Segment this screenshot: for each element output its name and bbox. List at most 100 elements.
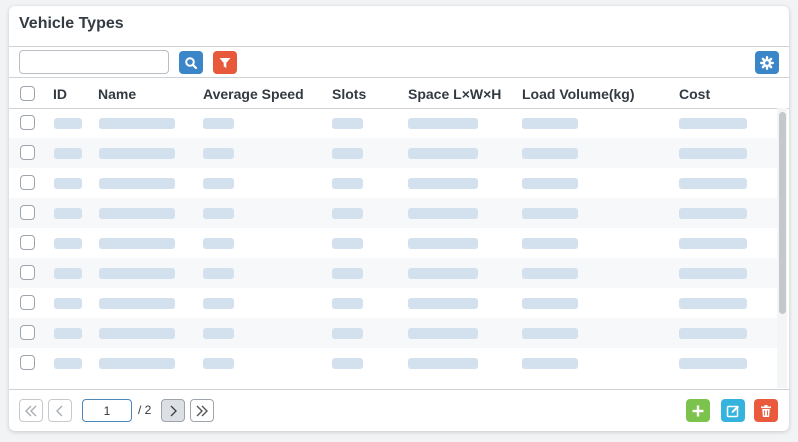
row-checkbox[interactable] — [20, 145, 35, 160]
column-header-average-speed[interactable]: Average Speed — [203, 86, 304, 102]
row-checkbox[interactable] — [20, 115, 35, 130]
cell-placeholder-slots — [332, 208, 363, 219]
table-row[interactable] — [9, 228, 779, 258]
search-input[interactable] — [19, 50, 169, 74]
cell-placeholder-cost — [679, 148, 747, 159]
column-header-name[interactable]: Name — [98, 86, 136, 102]
cell-placeholder-average-speed — [203, 118, 234, 129]
cell-placeholder-average-speed — [203, 268, 234, 279]
column-header-id[interactable]: ID — [53, 86, 67, 102]
panel-title: Vehicle Types — [19, 15, 124, 32]
cell-placeholder-average-speed — [203, 358, 234, 369]
row-checkbox[interactable] — [20, 325, 35, 340]
cell-placeholder-slots — [332, 268, 363, 279]
row-checkbox[interactable] — [20, 355, 35, 370]
row-checkbox[interactable] — [20, 205, 35, 220]
cell-placeholder-load-volume — [522, 238, 578, 249]
table-row[interactable] — [9, 348, 779, 378]
cell-placeholder-average-speed — [203, 178, 234, 189]
table-row[interactable] — [9, 318, 779, 348]
table-row[interactable] — [9, 198, 779, 228]
add-button[interactable] — [686, 399, 710, 422]
cell-placeholder-space — [408, 148, 478, 159]
row-checkbox[interactable] — [20, 265, 35, 280]
cell-placeholder-cost — [679, 298, 747, 309]
cell-placeholder-name — [99, 328, 175, 339]
cell-placeholder-cost — [679, 268, 747, 279]
cell-placeholder-name — [99, 268, 175, 279]
row-checkbox[interactable] — [20, 175, 35, 190]
column-header-load-volume[interactable]: Load Volume(kg) — [522, 86, 635, 102]
gear-icon — [760, 55, 774, 70]
cell-placeholder-id — [54, 118, 82, 129]
cell-placeholder-name — [99, 148, 175, 159]
cell-placeholder-load-volume — [522, 148, 578, 159]
cell-placeholder-load-volume — [522, 268, 578, 279]
double-chevron-left-icon — [25, 405, 37, 416]
cell-placeholder-slots — [332, 298, 363, 309]
previous-page-button[interactable] — [48, 399, 72, 422]
cell-placeholder-name — [99, 208, 175, 219]
cell-placeholder-cost — [679, 238, 747, 249]
cell-placeholder-id — [54, 298, 82, 309]
cell-placeholder-name — [99, 358, 175, 369]
cell-placeholder-space — [408, 238, 478, 249]
cell-placeholder-load-volume — [522, 178, 578, 189]
search-button[interactable] — [179, 51, 203, 74]
table-row[interactable] — [9, 108, 779, 138]
cell-placeholder-cost — [679, 178, 747, 189]
vehicle-types-panel: Vehicle Types ID Name Average Speed Slot… — [9, 6, 789, 431]
last-page-button[interactable] — [190, 399, 214, 422]
cell-placeholder-slots — [332, 358, 363, 369]
scrollbar-thumb[interactable] — [779, 112, 786, 314]
cell-placeholder-space — [408, 358, 478, 369]
cell-placeholder-id — [54, 148, 82, 159]
cell-placeholder-id — [54, 238, 82, 249]
row-checkbox[interactable] — [20, 235, 35, 250]
chevron-left-icon — [56, 405, 63, 416]
column-header-cost[interactable]: Cost — [679, 86, 710, 102]
cell-placeholder-slots — [332, 178, 363, 189]
cell-placeholder-load-volume — [522, 358, 578, 369]
page-number-input[interactable] — [82, 399, 132, 422]
table-row[interactable] — [9, 288, 779, 318]
filter-icon — [219, 57, 231, 68]
double-chevron-right-icon — [196, 405, 208, 416]
cell-placeholder-average-speed — [203, 148, 234, 159]
cell-placeholder-cost — [679, 328, 747, 339]
filter-button[interactable] — [213, 51, 237, 74]
column-header-slots[interactable]: Slots — [332, 86, 366, 102]
chevron-right-icon — [170, 405, 177, 416]
cell-placeholder-load-volume — [522, 298, 578, 309]
cell-placeholder-name — [99, 178, 175, 189]
first-page-button[interactable] — [19, 399, 43, 422]
settings-button[interactable] — [755, 51, 779, 74]
cell-placeholder-name — [99, 298, 175, 309]
row-checkbox[interactable] — [20, 295, 35, 310]
table-header: ID Name Average Speed Slots Space L×W×H … — [9, 78, 789, 108]
trash-icon — [761, 404, 771, 417]
cell-placeholder-slots — [332, 328, 363, 339]
cell-placeholder-name — [99, 118, 175, 129]
cell-placeholder-average-speed — [203, 208, 234, 219]
cell-placeholder-average-speed — [203, 298, 234, 309]
cell-placeholder-average-speed — [203, 328, 234, 339]
cell-placeholder-space — [408, 118, 478, 129]
edit-button[interactable] — [721, 399, 745, 422]
table-footer: / 2 — [9, 390, 789, 431]
cell-placeholder-id — [54, 268, 82, 279]
table-row[interactable] — [9, 168, 779, 198]
page-total: / 2 — [138, 403, 152, 417]
cell-placeholder-space — [408, 208, 478, 219]
table-row[interactable] — [9, 138, 779, 168]
cell-placeholder-slots — [332, 238, 363, 249]
delete-button[interactable] — [754, 399, 778, 422]
cell-placeholder-cost — [679, 118, 747, 129]
table-row[interactable] — [9, 258, 779, 288]
next-page-button[interactable] — [161, 399, 185, 422]
cell-placeholder-load-volume — [522, 328, 578, 339]
search-icon — [185, 56, 198, 69]
column-header-space[interactable]: Space L×W×H — [408, 86, 501, 102]
cell-placeholder-id — [54, 178, 82, 189]
select-all-checkbox[interactable] — [20, 86, 35, 101]
